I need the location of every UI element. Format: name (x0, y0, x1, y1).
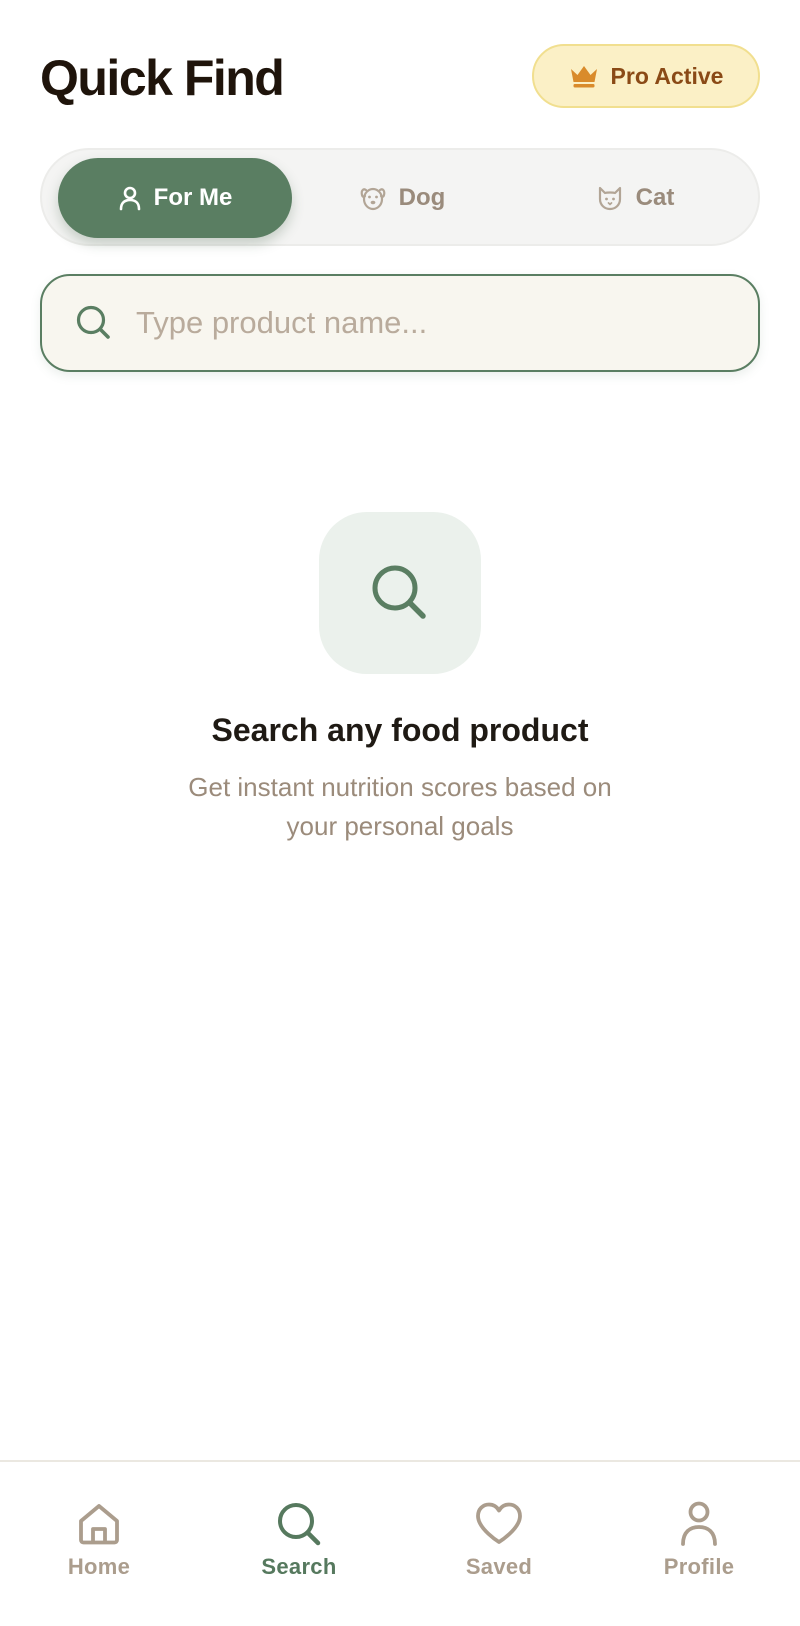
nav-home[interactable]: Home (39, 1500, 159, 1584)
empty-state-subtitle: Get instant nutrition scores based on yo… (188, 772, 612, 841)
search-icon (278, 1503, 321, 1546)
tab-dog[interactable]: Dog (285, 158, 519, 238)
tab-dog-label: Dog (398, 184, 446, 211)
tab-cat[interactable]: Cat (518, 158, 752, 238)
nav-saved-label: Saved (465, 1554, 533, 1579)
pro-status-badge[interactable]: Pro Active (532, 44, 760, 108)
cat-face-icon (598, 186, 621, 211)
home-icon (79, 1504, 119, 1545)
bottom-nav: Home Search Saved Profile (0, 1460, 800, 1626)
nav-home-label: Home (67, 1554, 131, 1579)
profile-selector: For Me Dog Cat (40, 148, 760, 246)
tab-for-me[interactable]: For Me (58, 158, 292, 238)
dog-face-icon (360, 187, 386, 211)
nav-search-label: Search (261, 1554, 337, 1579)
nav-profile-label: Profile (663, 1554, 735, 1579)
nav-saved[interactable]: Saved (439, 1500, 559, 1584)
person-icon (681, 1501, 717, 1546)
nav-search[interactable]: Search (239, 1500, 359, 1584)
crown-icon (570, 66, 597, 88)
page-title: Quick Find (40, 50, 285, 106)
search-input[interactable] (134, 304, 734, 342)
search-icon (372, 565, 426, 619)
header: Quick Find Pro Active (40, 44, 760, 112)
pro-status-label: Pro Active (610, 62, 724, 89)
search-bar[interactable] (40, 274, 760, 372)
search-icon (72, 301, 116, 345)
empty-state: Search any food product Get instant nutr… (0, 512, 800, 846)
empty-state-illustration (319, 512, 481, 674)
nav-profile[interactable]: Profile (639, 1500, 759, 1584)
person-icon (119, 186, 140, 211)
heart-icon (476, 1502, 522, 1544)
empty-state-title: Search any food product (211, 712, 589, 748)
tab-for-me-label: For Me (153, 184, 233, 211)
tab-cat-label: Cat (635, 184, 675, 211)
